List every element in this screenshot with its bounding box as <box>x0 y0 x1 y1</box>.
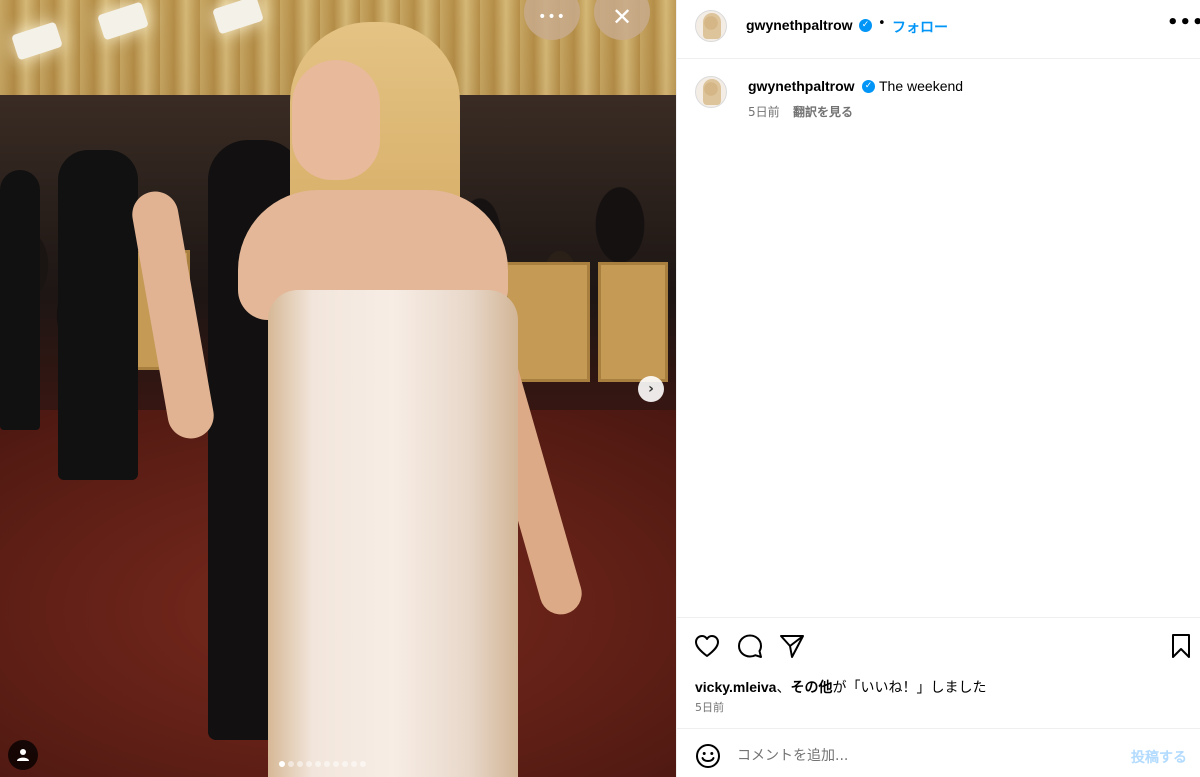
next-slide-button[interactable]: › <box>638 376 664 402</box>
subject-face <box>292 60 380 180</box>
carousel-indicator <box>279 761 366 767</box>
chevron-right-icon: › <box>648 381 654 397</box>
user-tags-button[interactable] <box>8 740 38 770</box>
comment-form: 投稿する <box>677 728 1200 777</box>
author-username[interactable]: gwynethpaltrow <box>746 17 853 33</box>
person-icon <box>17 749 29 761</box>
close-icon: ✕ <box>611 3 633 31</box>
carousel-dot <box>306 761 312 767</box>
avatar[interactable] <box>695 76 727 108</box>
caption-username[interactable]: gwynethpaltrow <box>748 78 855 94</box>
liked-by-username[interactable]: vicky.mleiva <box>695 679 776 695</box>
carousel-dot <box>333 761 339 767</box>
action-bar <box>677 628 1200 664</box>
backdrop-board <box>598 262 668 382</box>
separator-dot: • <box>878 16 886 31</box>
liked-by-separator: 、 <box>776 679 791 695</box>
carousel-dot <box>351 761 357 767</box>
likes-summary: vicky.mleiva、その他が「いいね！」しました <box>695 677 986 697</box>
more-icon: ••• <box>538 9 566 25</box>
post-options-button[interactable]: ••• <box>1167 12 1200 33</box>
carousel-dot <box>288 761 294 767</box>
emoji-icon[interactable] <box>695 743 721 769</box>
background-person <box>0 170 40 430</box>
carousel-dot <box>360 761 366 767</box>
paper-plane-icon[interactable] <box>778 632 806 660</box>
carousel-dot <box>297 761 303 767</box>
carousel-dot <box>324 761 330 767</box>
verified-badge-icon: ✓ <box>859 19 872 32</box>
comment-bubble-icon[interactable] <box>736 632 764 660</box>
subject-dress <box>268 290 518 777</box>
carousel-dot <box>279 761 285 767</box>
divider <box>677 617 1200 618</box>
avatar[interactable] <box>695 10 727 42</box>
carousel-dot <box>315 761 321 767</box>
comment-input[interactable] <box>737 742 1117 770</box>
caption-timestamp[interactable]: 5日前 <box>748 103 780 120</box>
liked-by-others-link[interactable]: その他 <box>790 679 832 695</box>
verified-badge-icon: ✓ <box>862 80 875 93</box>
post-comment-button[interactable]: 投稿する <box>1131 747 1187 767</box>
follow-button[interactable]: フォロー <box>892 17 948 37</box>
divider <box>677 58 1200 59</box>
see-translation-link[interactable]: 翻訳を見る <box>793 103 853 120</box>
heart-icon[interactable] <box>693 632 721 660</box>
liked-suffix-text: が「いいね！」しました <box>832 679 987 695</box>
post-sidebar: gwynethpaltrow ✓ • フォロー ••• gwynethpaltr… <box>676 0 1200 777</box>
caption-text: The weekend <box>879 78 964 94</box>
bookmark-icon[interactable] <box>1167 632 1195 660</box>
post-media[interactable]: ••• ✕ › <box>0 0 676 777</box>
background-person <box>58 150 138 480</box>
carousel-dot <box>342 761 348 767</box>
post-timestamp[interactable]: 5日前 <box>695 699 724 715</box>
